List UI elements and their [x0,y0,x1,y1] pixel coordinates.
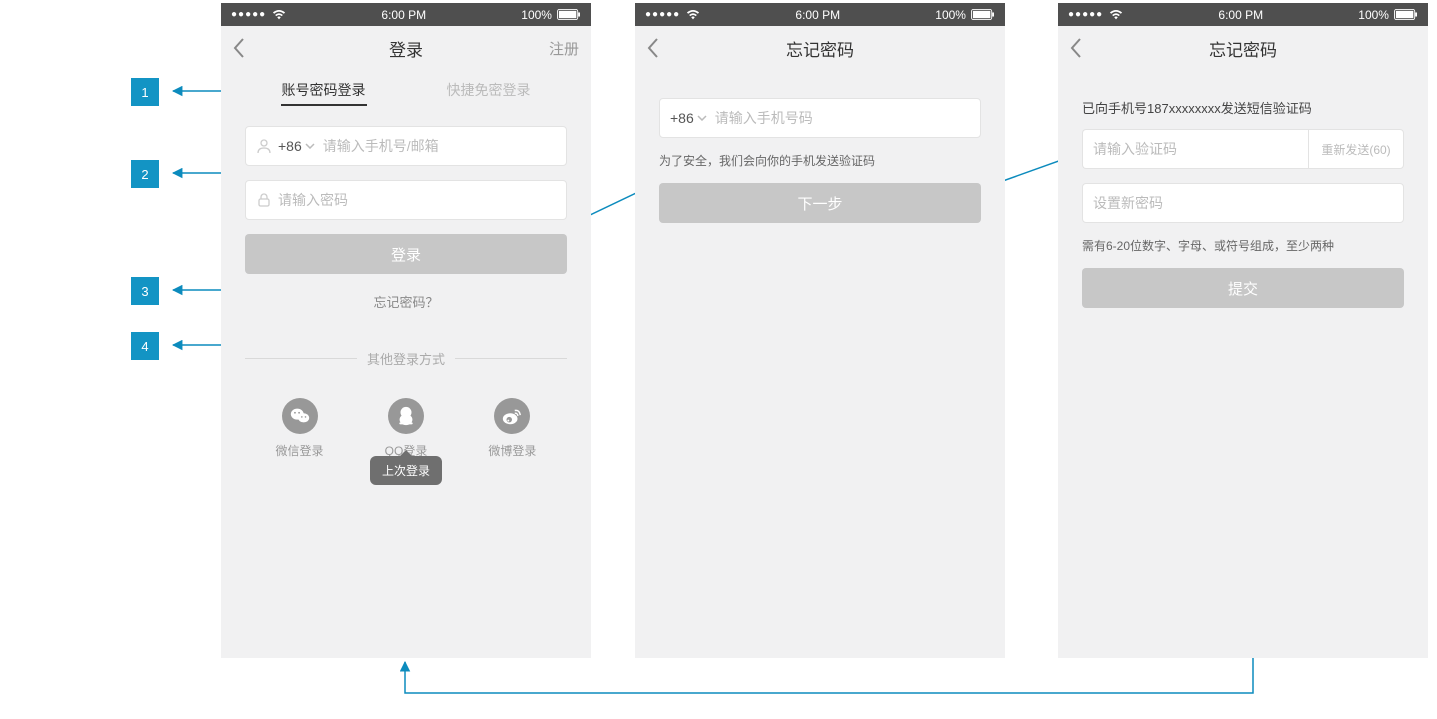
nav-bar: 忘记密码 [1058,26,1428,70]
signal-dots-icon: ●●●●● [1068,9,1103,20]
back-icon[interactable] [1070,38,1082,58]
back-icon[interactable] [233,38,245,58]
phone-input[interactable]: +86 请输入手机号/邮箱 [245,126,567,166]
battery-icon [971,9,995,20]
qq-icon [388,398,424,434]
annotation-2: 2 [131,160,159,188]
weibo-icon [494,398,530,434]
back-icon[interactable] [647,38,659,58]
nav-title: 忘记密码 [635,36,1005,61]
status-bar: ●●●●● 6:00 PM 100% [221,3,591,26]
wechat-login[interactable]: 微信登录 [276,398,324,459]
password-input[interactable]: 请输入密码 [245,180,567,220]
nav-bar: 忘记密码 [635,26,1005,70]
qq-login[interactable]: QQ登录 上次登录 [385,398,428,459]
resend-button[interactable]: 重新发送(60) [1308,129,1404,169]
tab-sms-login[interactable]: 快捷免密登录 [406,80,571,106]
new-password-input[interactable]: 设置新密码 [1082,183,1404,223]
annotation-4: 4 [131,332,159,360]
next-button[interactable]: 下一步 [659,183,981,223]
lock-icon [256,192,272,208]
password-placeholder: 设置新密码 [1093,193,1393,213]
nav-bar: 登录 注册 [221,26,591,70]
last-login-tooltip: 上次登录 [370,456,442,485]
nav-title: 忘记密码 [1058,36,1428,61]
signal-dots-icon: ●●●●● [645,9,680,20]
phone-placeholder: 请输入手机号码 [715,108,970,128]
annotation-1: 1 [131,78,159,106]
forgot-password-link[interactable]: 忘记密码？ [245,292,567,311]
wifi-icon [686,9,700,21]
battery-text: 100% [935,8,966,22]
phone-input[interactable]: +86 请输入手机号码 [659,98,981,138]
annotation-3: 3 [131,277,159,305]
signal-dots-icon: ●●●●● [231,9,266,20]
battery-icon [557,9,581,20]
login-button[interactable]: 登录 [245,234,567,274]
country-code-select[interactable]: +86 [278,138,315,154]
wifi-icon [1109,9,1123,21]
status-bar: ●●●●● 6:00 PM 100% [1058,3,1428,26]
password-placeholder: 请输入密码 [278,190,556,210]
submit-button[interactable]: 提交 [1082,268,1404,308]
status-time: 6:00 PM [381,8,426,22]
wifi-icon [272,9,286,21]
phone-login: ●●●●● 6:00 PM 100% 登录 注册 账号密码登录 快捷免密登录 [221,3,591,658]
nav-title: 登录 [221,36,591,61]
phone-placeholder: 请输入手机号/邮箱 [323,136,556,156]
wechat-icon [282,398,318,434]
login-tabs: 账号密码登录 快捷免密登录 [221,70,591,106]
status-time: 6:00 PM [1218,8,1263,22]
country-code-select[interactable]: +86 [670,110,707,126]
user-icon [256,138,272,154]
password-rule: 需有6-20位数字、字母、或符号组成，至少两种 [1082,237,1404,254]
weibo-login[interactable]: 微博登录 [488,398,536,459]
phone-forgot-step2: ●●●●● 6:00 PM 100% 忘记密码 已向手机号187xxxxxxxx… [1058,3,1428,658]
sms-sent-text: 已向手机号187xxxxxxxx发送短信验证码 [1082,98,1404,117]
battery-icon [1394,9,1418,20]
other-login-divider: 其他登录方式 [245,349,567,368]
phone-forgot-step1: ●●●●● 6:00 PM 100% 忘记密码 +86 请输入手机号码 为了安全… [635,3,1005,658]
register-link[interactable]: 注册 [549,38,579,59]
security-hint: 为了安全，我们会向你的手机发送验证码 [659,152,981,169]
tab-password-login[interactable]: 账号密码登录 [241,80,406,106]
status-time: 6:00 PM [795,8,840,22]
status-bar: ●●●●● 6:00 PM 100% [635,3,1005,26]
battery-text: 100% [1358,8,1389,22]
code-input[interactable]: 请输入验证码 [1082,129,1308,169]
code-placeholder: 请输入验证码 [1093,139,1298,159]
battery-text: 100% [521,8,552,22]
